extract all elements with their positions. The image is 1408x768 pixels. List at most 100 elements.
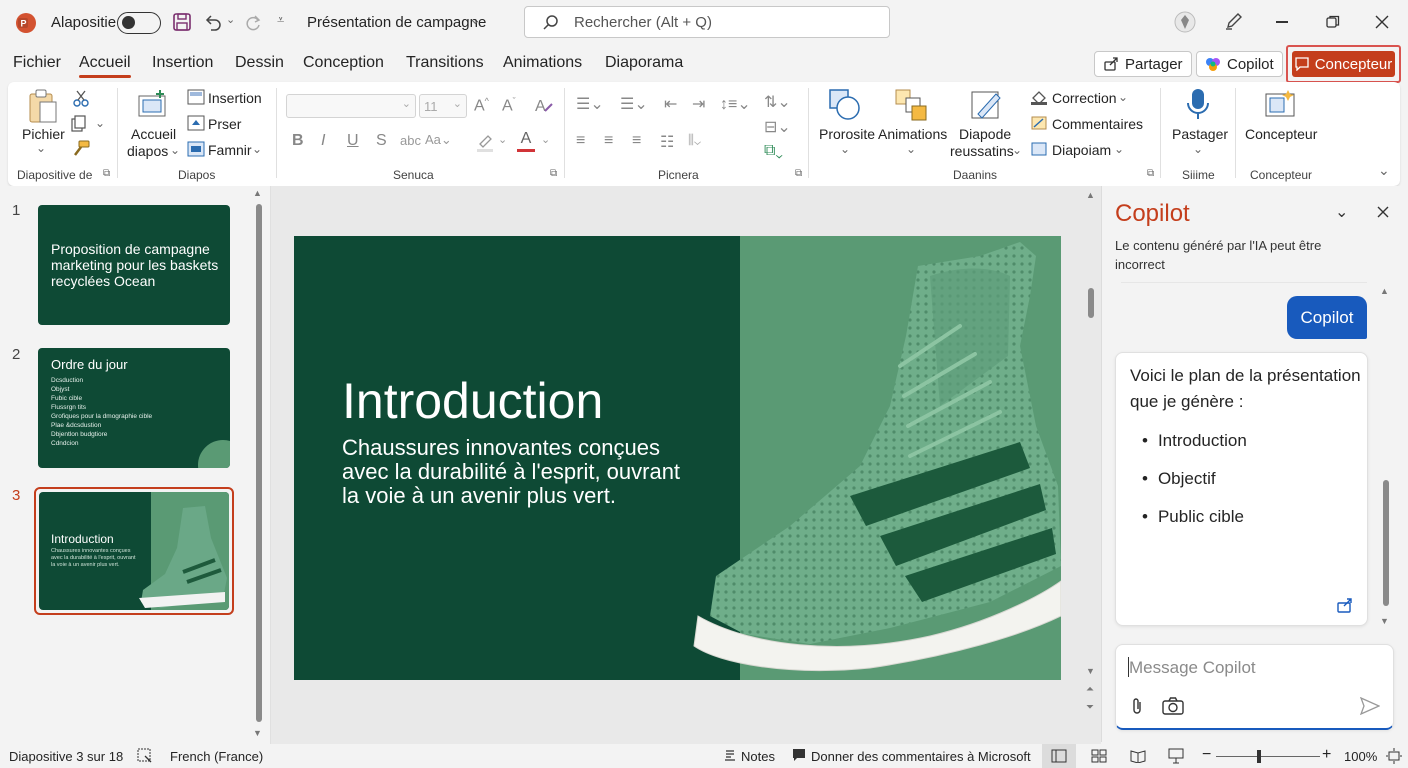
format-painter-icon[interactable] xyxy=(71,140,91,158)
chevron-down-icon[interactable]: ⌄ xyxy=(840,142,850,156)
reading-view-icon[interactable] xyxy=(1130,749,1146,763)
bullets-icon[interactable]: ☰⌄ xyxy=(576,94,604,114)
shapes-label[interactable]: Prorosite xyxy=(819,126,875,142)
chevron-down-icon[interactable]: ⌄ xyxy=(906,142,916,156)
notes-icon[interactable] xyxy=(723,748,737,762)
paste-dropdown-icon[interactable]: ⌄ xyxy=(36,141,46,155)
reset-icon[interactable] xyxy=(187,115,205,131)
chevron-down-icon[interactable]: ⌄ xyxy=(1012,143,1022,157)
new-slide-label[interactable]: Accueil xyxy=(131,126,176,142)
close-pane-icon[interactable] xyxy=(1377,206,1389,218)
feedback-icon[interactable] xyxy=(792,748,806,762)
align-text-icon[interactable]: ⊟⌄ xyxy=(764,117,791,137)
slide-thumbnail-3-selected[interactable]: Introduction Chaussures innovantes conçu… xyxy=(34,487,234,615)
scroll-up-arrow[interactable]: ▲ xyxy=(1086,190,1095,200)
text-direction-icon[interactable]: ⇅⌄ xyxy=(764,92,791,112)
collapse-ribbon-icon[interactable]: ⌄ xyxy=(1378,162,1390,179)
justify-icon[interactable]: ☷ xyxy=(660,132,674,152)
copy-dropdown-icon[interactable]: ⌄ xyxy=(95,116,105,130)
shape-fill-icon[interactable] xyxy=(1030,89,1048,105)
slide-subtitle[interactable]: Chaussures innovantes conçues avec la du… xyxy=(342,436,692,508)
designer-icon[interactable] xyxy=(1264,88,1298,120)
bold-button[interactable]: B xyxy=(292,132,304,150)
change-case-icon[interactable]: Aa⌄ xyxy=(425,132,452,148)
slide-title[interactable]: Introduction xyxy=(342,372,603,430)
scroll-down-arrow[interactable]: ▼ xyxy=(1380,616,1389,626)
minimize-icon[interactable] xyxy=(1276,21,1288,23)
paste-icon[interactable] xyxy=(26,88,60,126)
grow-font-icon[interactable]: A^ xyxy=(474,96,489,115)
diapoiam-label[interactable]: Diapoiam xyxy=(1052,142,1111,158)
align-right-icon[interactable]: ≡ xyxy=(632,132,641,150)
line-spacing-icon[interactable]: ↕≡⌄ xyxy=(720,94,751,114)
scroll-up-arrow[interactable]: ▲ xyxy=(253,188,262,198)
share-response-icon[interactable] xyxy=(1336,596,1354,614)
fit-to-window-icon[interactable] xyxy=(1386,748,1402,764)
clear-formatting-icon[interactable]: A xyxy=(533,95,555,115)
scroll-up-arrow[interactable]: ▲ xyxy=(1380,286,1389,296)
close-icon[interactable] xyxy=(1375,15,1389,29)
scroll-down-arrow[interactable]: ▼ xyxy=(1086,666,1095,676)
canvas-scrollbar-thumb[interactable] xyxy=(1088,288,1094,318)
undo-dropdown-icon[interactable]: ⌄ xyxy=(226,13,235,26)
slide-sorter-icon[interactable] xyxy=(1091,749,1107,763)
shrink-font-icon[interactable]: Aˇ xyxy=(502,96,516,115)
highlight-icon[interactable] xyxy=(476,132,494,152)
comments-label[interactable]: Commentaires xyxy=(1052,116,1143,132)
search-box[interactable]: Rechercher (Alt + Q) xyxy=(524,6,890,38)
chevron-down-icon[interactable]: ⌄ xyxy=(1114,142,1124,156)
feedback-button[interactable]: Donner des commentaires à Microsoft xyxy=(811,749,1031,764)
copilot-input-box[interactable]: Message Copilot xyxy=(1115,644,1394,730)
prser-label[interactable]: Prser xyxy=(208,116,241,132)
dialog-launcher-icon[interactable]: ⧉ xyxy=(103,168,110,179)
paste-label[interactable]: Pichier xyxy=(22,126,65,142)
decrease-indent-icon[interactable]: ⇤ xyxy=(664,94,677,114)
current-slide[interactable]: Introduction Chaussures innovantes conçu… xyxy=(294,236,1061,680)
shapes-icon[interactable] xyxy=(828,88,862,122)
chevron-down-icon[interactable]: ⌄ xyxy=(498,133,507,146)
underline-button[interactable]: U xyxy=(347,132,359,150)
famnir-label[interactable]: Famnir xyxy=(208,142,252,158)
document-title[interactable]: Présentation de campagne xyxy=(307,14,486,31)
message-placeholder[interactable]: Message Copilot xyxy=(1129,658,1256,678)
chevron-down-icon[interactable]: ⌄ xyxy=(470,12,481,28)
quick-styles-icon[interactable] xyxy=(970,88,1004,122)
pen-icon[interactable] xyxy=(1224,11,1244,31)
tab-fichier[interactable]: Fichier xyxy=(13,54,61,72)
customize-toolbar-icon[interactable]: ⩡ xyxy=(277,12,284,28)
language-indicator[interactable]: French (France) xyxy=(170,749,263,764)
align-left-icon[interactable]: ≡ xyxy=(576,132,585,150)
copy-icon[interactable] xyxy=(70,115,90,133)
cut-icon[interactable] xyxy=(72,89,90,107)
tab-insertion[interactable]: Insertion xyxy=(152,54,213,72)
shape-outline-icon[interactable] xyxy=(1030,115,1048,131)
align-center-icon[interactable]: ≡ xyxy=(604,132,613,150)
chevron-down-icon[interactable]: ⌄ xyxy=(541,133,550,146)
italic-button[interactable]: I xyxy=(321,132,325,150)
quick-styles-label[interactable]: Diapode xyxy=(959,126,1011,142)
zoom-slider-track[interactable] xyxy=(1216,756,1320,757)
share-button[interactable]: Partager xyxy=(1094,51,1192,77)
tab-transitions[interactable]: Transitions xyxy=(406,54,484,72)
attach-icon[interactable] xyxy=(1130,696,1144,716)
chevron-down-icon[interactable]: ⌄ xyxy=(1335,202,1348,222)
copilot-button[interactable]: Copilot xyxy=(1196,51,1283,77)
accessibility-icon[interactable] xyxy=(137,748,153,764)
chevron-down-icon[interactable]: ⌄ xyxy=(1193,142,1203,156)
tab-accueil[interactable]: Accueil xyxy=(79,54,131,72)
tab-dessin[interactable]: Dessin xyxy=(235,54,284,72)
previous-slide-icon[interactable]: ⏶ xyxy=(1086,684,1094,695)
tab-diaporama[interactable]: Diaporama xyxy=(605,54,683,72)
zoom-out-button[interactable]: − xyxy=(1202,746,1211,764)
dictate-label[interactable]: Pastager xyxy=(1172,126,1228,142)
tab-animations[interactable]: Animations xyxy=(503,54,582,72)
chevron-down-icon[interactable]: ⌄ xyxy=(252,142,262,156)
autosave-toggle[interactable] xyxy=(117,12,161,34)
quick-styles-label-2[interactable]: reussatins xyxy=(950,143,1014,159)
restore-icon[interactable] xyxy=(1326,15,1340,29)
slides-scrollbar-thumb[interactable] xyxy=(256,204,262,722)
slide-thumbnail-2[interactable]: Ordre du jour Dcsduction Objyst Fubic ci… xyxy=(38,348,230,468)
arrange-label[interactable]: Animations xyxy=(878,126,947,142)
slide-thumbnail-1[interactable]: Proposition de campagne marketing pour l… xyxy=(38,205,230,325)
designer-button[interactable]: Concepteur xyxy=(1286,45,1401,83)
